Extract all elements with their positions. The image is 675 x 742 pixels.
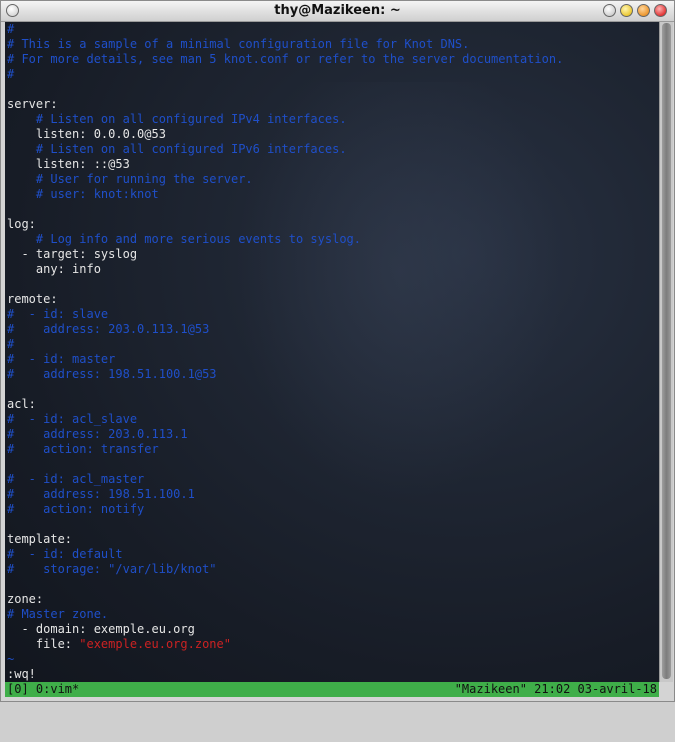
- editor-line: acl:: [7, 397, 563, 412]
- editor-text: - domain: exemple.eu.org: [7, 622, 195, 636]
- editor-text: "exemple.eu.org.zone": [79, 637, 231, 651]
- editor-line: # address: 203.0.113.1: [7, 427, 563, 442]
- editor-text: listen: 0.0.0.0@53: [7, 127, 166, 141]
- editor-text: ~: [7, 652, 15, 666]
- editor-line: # - id: acl_slave: [7, 412, 563, 427]
- editor-text: #: [7, 337, 15, 351]
- editor-text: acl:: [7, 397, 36, 411]
- editor-line: ~: [7, 652, 563, 667]
- editor-text: # - id: slave: [7, 307, 109, 321]
- editor-line: - domain: exemple.eu.org: [7, 622, 563, 637]
- editor-line: remote:: [7, 292, 563, 307]
- editor-text: # Master zone.: [7, 607, 109, 621]
- status-window-list[interactable]: [0] 0:vim*: [7, 682, 79, 697]
- close-button[interactable]: [654, 4, 667, 17]
- editor-line: # user: knot:knot: [7, 187, 563, 202]
- editor-line: file: "exemple.eu.org.zone": [7, 637, 563, 652]
- editor-line: #: [7, 337, 563, 352]
- editor-line: # - id: master: [7, 352, 563, 367]
- editor-line: # Listen on all configured IPv6 interfac…: [7, 142, 563, 157]
- editor-text: #: [7, 22, 15, 36]
- sticky-button[interactable]: [603, 4, 616, 17]
- editor-line: # - id: slave: [7, 307, 563, 322]
- terminal-area[interactable]: # # This is a sample of a minimal configu…: [5, 22, 659, 682]
- editor-line: #: [7, 22, 563, 37]
- editor-line: listen: 0.0.0.0@53: [7, 127, 563, 142]
- editor-line: template:: [7, 532, 563, 547]
- editor-text: server:: [7, 97, 58, 111]
- terminal-window: thy@Mazikeen: ~ # # This is a sample of a…: [0, 0, 675, 702]
- editor-text: # This is a sample of a minimal configur…: [7, 37, 470, 51]
- editor-text: # - id: master: [7, 352, 116, 366]
- editor-line: # - id: default: [7, 547, 563, 562]
- editor-text: # For more details, see man 5 knot.conf …: [7, 52, 564, 66]
- editor-text: # user: knot:knot: [7, 187, 159, 201]
- editor-line: any: info: [7, 262, 563, 277]
- editor-text: remote:: [7, 292, 58, 306]
- editor-line: # Master zone.: [7, 607, 563, 622]
- editor-text: :wq!: [7, 667, 36, 681]
- editor-text: # Listen on all configured IPv6 interfac…: [7, 142, 347, 156]
- editor-text: # - id: acl_slave: [7, 412, 138, 426]
- vim-buffer[interactable]: # # This is a sample of a minimal configu…: [7, 22, 563, 682]
- maximize-button[interactable]: [637, 4, 650, 17]
- editor-text: # address: 198.51.100.1: [7, 487, 195, 501]
- editor-line: # For more details, see man 5 knot.conf …: [7, 52, 563, 67]
- editor-line: # address: 198.51.100.1: [7, 487, 563, 502]
- editor-text: # address: 198.51.100.1@53: [7, 367, 217, 381]
- editor-text: # Listen on all configured IPv4 interfac…: [7, 112, 347, 126]
- editor-text: any: info: [7, 262, 101, 276]
- editor-text: # - id: acl_master: [7, 472, 145, 486]
- scrollbar-thumb[interactable]: [662, 23, 671, 679]
- editor-line: :wq!: [7, 667, 563, 682]
- editor-text: log:: [7, 217, 36, 231]
- editor-text: zone:: [7, 592, 44, 606]
- editor-line: log:: [7, 217, 563, 232]
- minimize-button[interactable]: [620, 4, 633, 17]
- editor-line: # - id: acl_master: [7, 472, 563, 487]
- editor-line: # action: notify: [7, 502, 563, 517]
- editor-text: # User for running the server.: [7, 172, 253, 186]
- editor-text: listen: ::@53: [7, 157, 130, 171]
- editor-line: listen: ::@53: [7, 157, 563, 172]
- editor-line: zone:: [7, 592, 563, 607]
- editor-line: server:: [7, 97, 563, 112]
- editor-text: # address: 203.0.113.1: [7, 427, 188, 441]
- editor-line: # Log info and more serious events to sy…: [7, 232, 563, 247]
- tmux-status-bar: [0] 0:vim* "Mazikeen" 21:02 03-avril-18: [5, 682, 659, 697]
- editor-line: # address: 203.0.113.1@53: [7, 322, 563, 337]
- editor-line: # address: 198.51.100.1@53: [7, 367, 563, 382]
- editor-line: # This is a sample of a minimal configur…: [7, 37, 563, 52]
- editor-text: # action: transfer: [7, 442, 159, 456]
- editor-line: # Listen on all configured IPv4 interfac…: [7, 112, 563, 127]
- editor-text: template:: [7, 532, 73, 546]
- editor-text: - target: syslog: [7, 247, 138, 261]
- editor-line: # User for running the server.: [7, 172, 563, 187]
- editor-text: # Log info and more serious events to sy…: [7, 232, 362, 246]
- editor-text: file:: [7, 637, 80, 651]
- editor-text: # storage: "/var/lib/knot": [7, 562, 217, 576]
- editor-text: #: [7, 67, 15, 81]
- status-host-time: "Mazikeen" 21:02 03-avril-18: [454, 682, 657, 696]
- editor-line: # storage: "/var/lib/knot": [7, 562, 563, 577]
- window-title: thy@Mazikeen: ~: [274, 3, 401, 18]
- title-bar[interactable]: thy@Mazikeen: ~: [1, 1, 674, 22]
- editor-text: # - id: default: [7, 547, 123, 561]
- editor-text: # address: 203.0.113.1@53: [7, 322, 210, 336]
- editor-text: # action: notify: [7, 502, 145, 516]
- editor-line: # action: transfer: [7, 442, 563, 457]
- editor-line: - target: syslog: [7, 247, 563, 262]
- scrollbar[interactable]: [659, 22, 673, 682]
- editor-line: #: [7, 67, 563, 82]
